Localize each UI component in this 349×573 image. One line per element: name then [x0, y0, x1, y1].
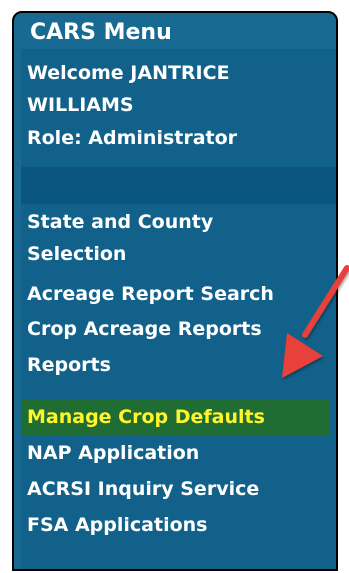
nav-manage-crop-defaults[interactable]: Manage Crop Defaults — [27, 401, 265, 433]
nav-reports[interactable]: Reports — [27, 349, 111, 381]
menu-body: Welcome JANTRICE WILLIAMS Role: Administ… — [21, 49, 336, 569]
welcome-text: Welcome JANTRICE WILLIAMS — [27, 62, 230, 116]
nav-state-county-selection[interactable]: State and County Selection — [27, 206, 287, 270]
nav-acreage-report-search[interactable]: Acreage Report Search — [27, 278, 274, 310]
nav-fsa-applications[interactable]: FSA Applications — [27, 509, 207, 541]
role-text: Role: Administrator — [27, 127, 238, 149]
nav-nap-application[interactable]: NAP Application — [27, 437, 199, 469]
nav-acrsi-inquiry-service[interactable]: ACRSI Inquiry Service — [27, 473, 259, 505]
nav-crop-acreage-reports[interactable]: Crop Acreage Reports — [27, 313, 262, 345]
cars-menu-panel: CARS Menu Welcome JANTRICE WILLIAMS Role… — [12, 11, 338, 571]
menu-divider — [21, 167, 336, 204]
menu-title: CARS Menu — [30, 20, 172, 45]
